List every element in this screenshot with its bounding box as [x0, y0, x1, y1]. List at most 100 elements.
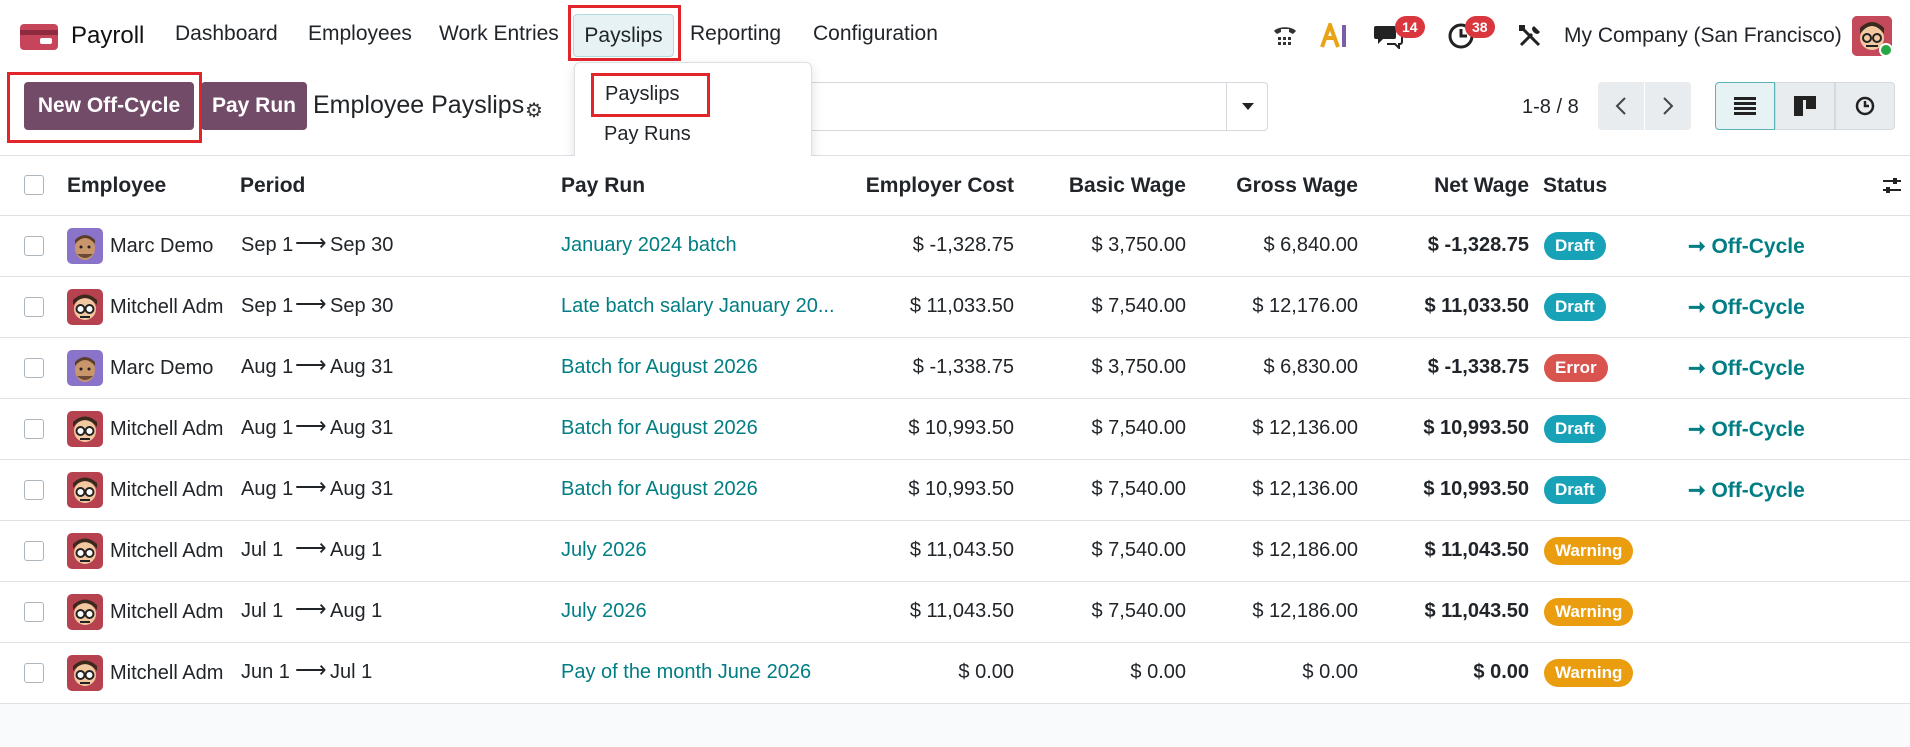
- employee-name: Mitchell Adm: [110, 662, 224, 684]
- list-view-button[interactable]: [1715, 82, 1775, 130]
- period-to: Aug 1: [330, 539, 383, 561]
- pay-run-link[interactable]: Batch for August 2026: [561, 356, 758, 379]
- employee-name: Marc Demo: [110, 235, 214, 257]
- offcycle-button[interactable]: ➞ Off-Cycle: [1688, 295, 1805, 320]
- table-row[interactable]: Mitchell Adm Aug 1 ⟶ Aug 31 Batch for August…: [0, 399, 1910, 460]
- period-to: Aug 31: [330, 417, 394, 439]
- highlight-new-offcycle: [7, 72, 202, 143]
- employee-name: Mitchell Adm: [110, 418, 224, 440]
- column-basic-wage[interactable]: Basic Wage: [1069, 174, 1186, 198]
- table-row[interactable]: Mitchell Adm Jun 1 ⟶ Jul 1 Pay of the month …: [0, 643, 1910, 704]
- employee-avatar: [67, 350, 103, 386]
- activity-view-button[interactable]: [1835, 82, 1895, 130]
- offcycle-button[interactable]: ➞ Off-Cycle: [1688, 417, 1805, 442]
- status-badge: Draft: [1544, 293, 1606, 321]
- pay-run-link[interactable]: July 2026: [561, 600, 647, 623]
- row-checkbox[interactable]: [24, 480, 44, 500]
- table-row[interactable]: Marc Demo Aug 1 ⟶ Aug 31 Batch for August 20…: [0, 338, 1910, 399]
- column-employee[interactable]: Employee: [67, 174, 166, 198]
- gear-icon[interactable]: ⚙: [525, 98, 543, 123]
- menu-dashboard[interactable]: Dashboard: [175, 22, 278, 46]
- table-row[interactable]: Marc Demo Sep 1 ⟶ Sep 30 January 2024 batch $…: [0, 216, 1910, 277]
- column-pay-run[interactable]: Pay Run: [561, 174, 645, 198]
- net-wage: $ 11,043.50: [1424, 600, 1529, 622]
- optional-columns-icon[interactable]: [1882, 176, 1902, 196]
- period-from: Jun 1: [241, 661, 290, 683]
- status-badge: Warning: [1544, 537, 1634, 565]
- period-to: Aug 31: [330, 478, 394, 500]
- control-panel: New Off-Cycle Pay Run Employee Payslips …: [0, 72, 1910, 156]
- pay-run-link[interactable]: Batch for August 2026: [561, 417, 758, 440]
- employer-cost: $ 10,993.50: [908, 417, 1014, 439]
- arrow-right-icon: ⟶: [295, 352, 327, 377]
- arrow-right-icon: ⟶: [295, 657, 327, 682]
- row-checkbox[interactable]: [24, 602, 44, 622]
- menu-reporting[interactable]: Reporting: [690, 22, 781, 46]
- select-all-checkbox[interactable]: [24, 175, 44, 195]
- activities-count-badge: 38: [1465, 16, 1495, 38]
- search-options-toggle[interactable]: [1226, 82, 1268, 131]
- tools-icon[interactable]: [1514, 18, 1546, 54]
- row-checkbox[interactable]: [24, 236, 44, 256]
- net-wage: $ -1,328.75: [1427, 234, 1529, 256]
- row-checkbox[interactable]: [24, 358, 44, 378]
- column-net-wage[interactable]: Net Wage: [1434, 174, 1529, 198]
- offcycle-label: Off-Cycle: [1711, 418, 1805, 441]
- highlight-dropdown-payslips: [591, 73, 710, 117]
- pay-run-button[interactable]: Pay Run: [201, 82, 307, 130]
- pay-run-link[interactable]: Late batch salary January 20...: [561, 295, 835, 318]
- kanban-view-button[interactable]: [1775, 82, 1835, 130]
- employee-name: Mitchell Adm: [110, 540, 224, 562]
- clock-icon: [1855, 96, 1875, 116]
- payroll-app-icon[interactable]: [20, 24, 58, 50]
- table-row[interactable]: Mitchell Adm Jul 1 ⟶ Aug 1 July 2026 $ 11,043…: [0, 521, 1910, 582]
- employer-cost: $ -1,338.75: [912, 356, 1014, 378]
- menu-work-entries[interactable]: Work Entries: [439, 22, 559, 46]
- arrow-right-icon: ⟶: [295, 474, 327, 499]
- column-employer-cost[interactable]: Employer Cost: [866, 174, 1014, 198]
- pay-run-link[interactable]: July 2026: [561, 539, 647, 562]
- pager-next-button[interactable]: [1645, 82, 1691, 130]
- table-row[interactable]: Mitchell Adm Sep 1 ⟶ Sep 30 Late batch salar…: [0, 277, 1910, 338]
- table-row[interactable]: Mitchell Adm Jul 1 ⟶ Aug 1 July 2026 $ 11,043…: [0, 582, 1910, 643]
- offcycle-button[interactable]: ➞ Off-Cycle: [1688, 234, 1805, 259]
- gross-wage: $ 12,186.00: [1252, 539, 1358, 561]
- row-checkbox[interactable]: [24, 541, 44, 561]
- employer-cost: $ 11,043.50: [909, 539, 1014, 561]
- offcycle-button[interactable]: ➞ Off-Cycle: [1688, 478, 1805, 503]
- arrow-right-icon: ➞: [1688, 235, 1712, 258]
- search-input[interactable]: [807, 82, 1268, 131]
- pager-previous-button[interactable]: [1598, 82, 1644, 130]
- employee-name: Mitchell Adm: [110, 601, 224, 623]
- chevron-left-icon: [1615, 97, 1626, 115]
- phone-icon[interactable]: [1268, 18, 1302, 54]
- ai-icon[interactable]: [1318, 18, 1352, 54]
- net-wage: $ -1,338.75: [1427, 356, 1529, 378]
- menu-configuration[interactable]: Configuration: [813, 22, 938, 46]
- row-checkbox[interactable]: [24, 419, 44, 439]
- offcycle-button[interactable]: ➞ Off-Cycle: [1688, 356, 1805, 381]
- app-name[interactable]: Payroll: [71, 22, 144, 50]
- list-icon: [1734, 97, 1756, 115]
- column-gross-wage[interactable]: Gross Wage: [1236, 174, 1358, 198]
- employee-avatar: [67, 411, 103, 447]
- menu-employees[interactable]: Employees: [308, 22, 412, 46]
- pay-run-link[interactable]: January 2024 batch: [561, 234, 737, 257]
- column-status[interactable]: Status: [1543, 174, 1607, 198]
- pager-value[interactable]: 1-8 / 8: [1522, 96, 1579, 119]
- row-checkbox[interactable]: [24, 663, 44, 683]
- column-period[interactable]: Period: [240, 174, 305, 198]
- row-checkbox[interactable]: [24, 297, 44, 317]
- period-to: Aug 1: [330, 600, 383, 622]
- gross-wage: $ 6,840.00: [1263, 234, 1358, 256]
- dropdown-item-pay-runs[interactable]: Pay Runs: [604, 123, 691, 146]
- table-row[interactable]: Mitchell Adm Aug 1 ⟶ Aug 31 Batch for August…: [0, 460, 1910, 521]
- company-switcher[interactable]: My Company (San Francisco): [1564, 24, 1842, 48]
- pay-run-link[interactable]: Batch for August 2026: [561, 478, 758, 501]
- employee-name: Marc Demo: [110, 357, 214, 379]
- status-badge: Draft: [1544, 232, 1606, 260]
- table-header: Employee Period Pay Run Employer Cost Ba…: [0, 156, 1910, 216]
- gross-wage: $ 6,830.00: [1263, 356, 1358, 378]
- pay-run-link[interactable]: Pay of the month June 2026: [561, 661, 811, 684]
- net-wage: $ 11,043.50: [1424, 539, 1529, 561]
